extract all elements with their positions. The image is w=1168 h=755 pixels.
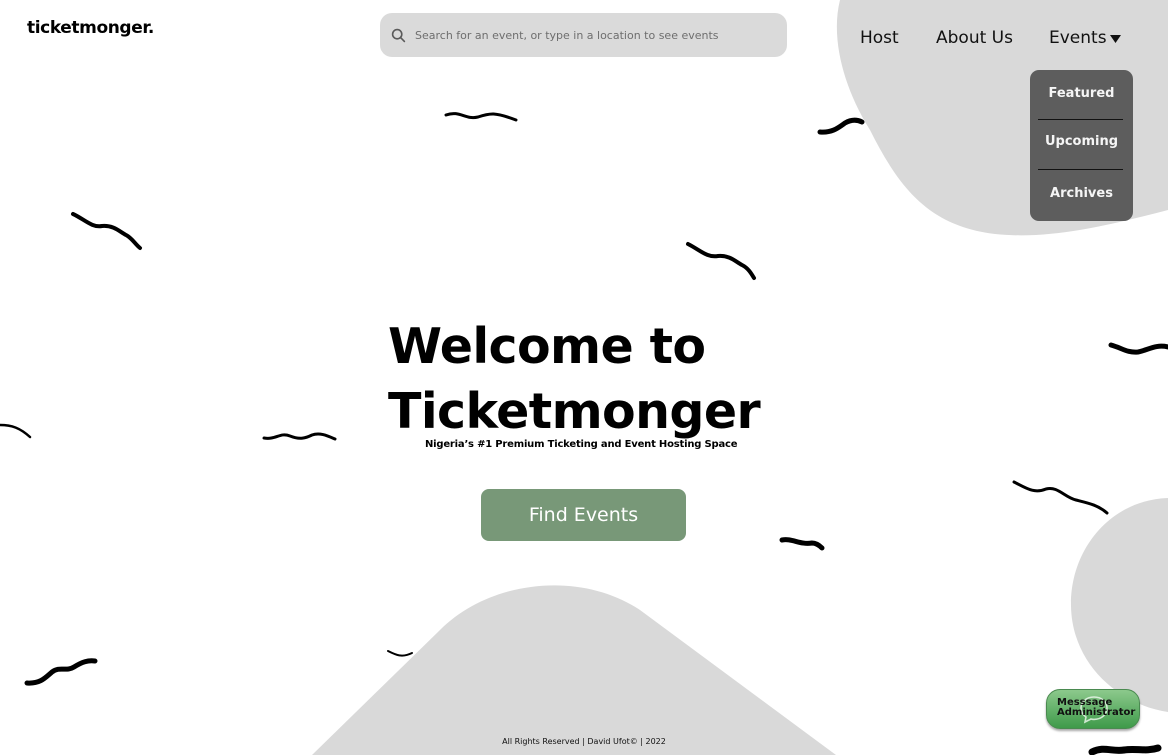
nav-events[interactable]: Events [1049, 28, 1121, 48]
squiggle [1108, 342, 1168, 355]
menu-divider [1038, 119, 1123, 120]
menu-item-featured[interactable]: Featured [1030, 86, 1133, 101]
search-input[interactable] [413, 27, 787, 43]
squiggle [71, 212, 142, 250]
squiggle [262, 432, 337, 441]
find-events-button[interactable]: Find Events [481, 489, 686, 541]
squiggle [0, 423, 32, 439]
nav-host[interactable]: Host [860, 28, 899, 48]
caret-down-icon [1109, 28, 1121, 48]
footer-copyright: All Rights Reserved | David Ufot© | 2022 [502, 737, 666, 746]
hero-title: Welcome to Ticketmonger [388, 314, 761, 444]
search-bar[interactable] [380, 13, 787, 57]
hero-title-line-1: Welcome to [388, 318, 706, 375]
hero-title-line-2: Ticketmonger [388, 383, 761, 440]
message-administrator-label: Messsage Administrator [1057, 697, 1136, 718]
squiggle [1088, 744, 1162, 755]
bottom-blob [312, 585, 836, 755]
brand-logo[interactable]: ticketmonger. [27, 18, 154, 38]
right-blob [1070, 498, 1168, 712]
menu-divider [1038, 169, 1123, 170]
squiggle [817, 117, 865, 135]
squiggle [24, 658, 98, 686]
events-dropdown-menu: Featured Upcoming Archives [1030, 70, 1133, 221]
hero-tagline: Nigeria’s #1 Premium Ticketing and Event… [425, 439, 738, 450]
nav-about-us[interactable]: About Us [936, 28, 1013, 48]
menu-item-upcoming[interactable]: Upcoming [1030, 134, 1133, 149]
squiggle [779, 537, 825, 551]
squiggle [444, 112, 518, 122]
message-administrator-button[interactable]: Messsage Administrator [1046, 689, 1140, 729]
squiggle [1012, 480, 1109, 515]
search-icon [391, 28, 406, 43]
squiggle [387, 650, 413, 657]
menu-item-archives[interactable]: Archives [1030, 186, 1133, 201]
nav-events-label: Events [1049, 28, 1107, 48]
squiggle [686, 242, 756, 280]
